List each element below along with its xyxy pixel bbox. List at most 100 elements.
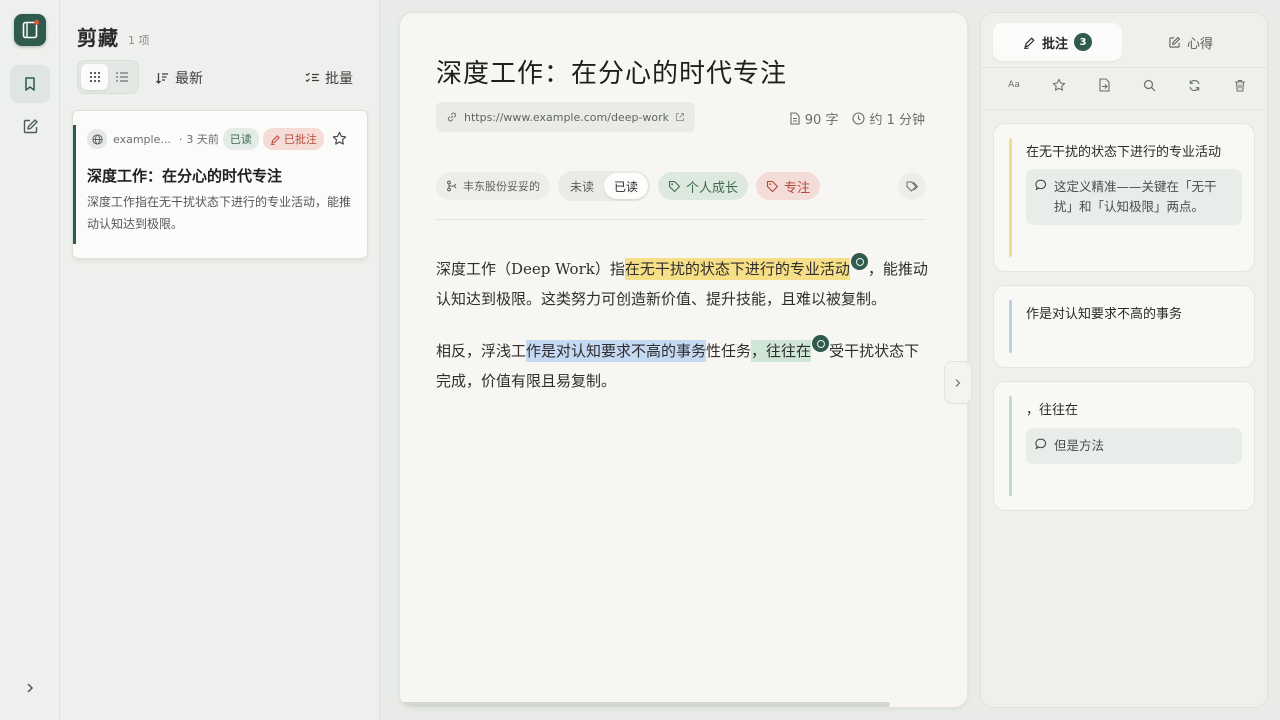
link-icon	[447, 112, 457, 122]
grid-icon	[89, 71, 100, 83]
tab-annotations-label: 批注	[1041, 36, 1068, 52]
tab-annotations[interactable]: 批注 3	[993, 23, 1122, 61]
annotation-quote: ，往往在	[1026, 403, 1079, 418]
card-time: 3 天前	[186, 133, 219, 146]
comment-marker-icon[interactable]	[850, 253, 868, 270]
paragraph: 相反，浮浅工作是对认知要求不高的事务性任务，往往在 受干扰状态下完成，价值有限且易…	[436, 335, 930, 396]
delete-button[interactable]	[1229, 73, 1251, 97]
card-separator: ·	[178, 132, 183, 146]
text-run: 相反，浮浅工	[436, 342, 527, 360]
highlight-blue[interactable]: 作是对认知要求不高的事务	[526, 340, 707, 362]
notification-dot	[34, 20, 39, 25]
text-run: 性任务	[706, 342, 752, 360]
batch-select-button[interactable]: 批量	[305, 68, 353, 88]
globe-icon	[87, 129, 107, 149]
tag-label: 专注	[784, 180, 811, 196]
tags-icon	[906, 181, 918, 192]
article-body: 深度工作（Deep Work）指在无干扰的状态下进行的专业活动 ，能推动认知达到极…	[436, 253, 930, 417]
tag-icon	[668, 180, 681, 192]
external-link-icon	[676, 113, 685, 121]
highlight-color-bar	[1009, 300, 1012, 353]
sort-button[interactable]: 最新	[155, 68, 203, 88]
trash-icon	[1234, 79, 1245, 92]
list-view-button[interactable]	[108, 64, 135, 90]
edit-tags-button[interactable]	[898, 172, 926, 200]
source-branch-icon	[447, 180, 457, 192]
tag-icon	[766, 180, 779, 192]
divider	[981, 67, 1267, 68]
source-url-link[interactable]: https://www.example.com/deep-work	[436, 102, 696, 132]
comment-icon	[1035, 438, 1047, 450]
tab-notes-label: 心得	[1186, 36, 1213, 52]
font-size-button[interactable]: Aa	[1003, 73, 1025, 97]
read-time: 约 1 分钟	[852, 109, 925, 128]
export-button[interactable]	[1093, 73, 1115, 97]
clipping-list-panel: 剪藏 1 项 最新 批量 example... · 3 天前 已读 已批注 深度…	[60, 0, 380, 720]
bookmark-icon	[25, 77, 35, 91]
annotation-quote: 作是对认知要求不高的事务	[1026, 307, 1183, 322]
article-tag-bar: 丰东股份妥妥的 未读 已读 个人成长 专注	[436, 171, 926, 201]
grid-view-button[interactable]	[81, 64, 108, 90]
card-title: 深度工作：在分心的时代专注	[87, 167, 283, 185]
comment-icon	[1035, 179, 1047, 191]
highlight-color-bar	[1009, 396, 1012, 496]
source-chip[interactable]: 丰东股份妥妥的	[436, 172, 550, 200]
toggle-side-panel-button[interactable]	[944, 361, 972, 404]
highlight-yellow[interactable]: 在无干扰的状态下进行的专业活动	[624, 258, 850, 280]
document-icon	[790, 112, 800, 125]
comment-marker-icon[interactable]	[812, 335, 830, 352]
annotation-card[interactable]: 在无干扰的状态下进行的专业活动 这定义精准——关键在「无干扰」和「认知极限」两点…	[993, 123, 1255, 272]
article-reader: 深度工作：在分心的时代专注 https://www.example.com/de…	[399, 12, 968, 708]
list-count: 1 项	[128, 34, 150, 47]
status-read-button[interactable]: 已读	[604, 173, 649, 199]
annotation-card[interactable]: ，往往在 但是方法	[993, 381, 1255, 511]
annotation-note-text: 但是方法	[1054, 438, 1105, 453]
annotation-note-text: 这定义精准——关键在「无干扰」和「认知极限」两点。	[1054, 179, 1217, 214]
read-time-value: 约 1 分钟	[869, 113, 925, 128]
source-name: 丰东股份妥妥的	[463, 180, 540, 193]
tag-chip-growth[interactable]: 个人成长	[658, 172, 749, 200]
chevron-right-icon	[27, 683, 34, 693]
checklist-icon	[305, 72, 319, 83]
annotation-toolbar: Aa	[993, 73, 1259, 97]
card-meta: example... · 3 天前 已读 已批注	[87, 128, 324, 150]
annotation-quote: 在无干扰的状态下进行的专业活动	[1026, 145, 1222, 160]
paragraph: 深度工作（Deep Work）指在无干扰的状态下进行的专业活动 ，能推动认知达到极…	[436, 253, 930, 314]
refresh-button[interactable]	[1184, 73, 1206, 97]
tab-notes[interactable]: 心得	[1126, 23, 1255, 61]
sort-label: 最新	[175, 71, 203, 87]
card-description: 深度工作指在无干扰状态下进行的专业活动，能推动认知达到极限。	[87, 195, 352, 231]
annotation-card[interactable]: 作是对认知要求不高的事务	[993, 285, 1255, 368]
read-badge: 已读	[222, 128, 259, 150]
edit-note-icon	[1169, 36, 1180, 48]
text-run: 深度工作（Deep Work）指	[436, 260, 625, 278]
expand-sidebar-button[interactable]	[20, 678, 40, 698]
edit-note-icon	[23, 118, 38, 133]
view-toggle	[77, 60, 139, 94]
rail-notes-button[interactable]	[10, 107, 50, 145]
divider	[436, 219, 926, 220]
highlight-green[interactable]: ，往往在	[751, 340, 812, 362]
clock-icon	[852, 112, 866, 125]
list-title: 剪藏	[77, 26, 119, 50]
annotated-badge-label: 已批注	[283, 133, 317, 146]
highlighter-icon	[1024, 37, 1035, 49]
clipping-card[interactable]: example... · 3 天前 已读 已批注 深度工作：在分心的时代专注 深…	[72, 110, 368, 259]
rail-bookmarks-button[interactable]	[10, 65, 50, 103]
divider	[981, 109, 1267, 110]
star-icon	[332, 131, 347, 145]
search-button[interactable]	[1139, 73, 1161, 97]
favorite-button[interactable]	[1048, 73, 1070, 97]
article-stats: 90 字 约 1 分钟	[789, 109, 925, 128]
app-logo[interactable]	[14, 14, 46, 46]
favorite-star-button[interactable]	[332, 131, 347, 146]
horizontal-scrollbar[interactable]	[400, 702, 890, 707]
annotation-count-badge: 3	[1074, 33, 1092, 51]
font-size-icon: Aa	[1008, 80, 1020, 90]
star-icon	[1052, 78, 1066, 91]
annotated-badge: 已批注	[262, 128, 324, 150]
highlighter-icon	[270, 134, 280, 145]
status-unread-button[interactable]: 未读	[560, 173, 604, 199]
tag-chip-focus[interactable]: 专注	[756, 172, 821, 200]
side-tabs: 批注 3 心得	[993, 23, 1255, 61]
